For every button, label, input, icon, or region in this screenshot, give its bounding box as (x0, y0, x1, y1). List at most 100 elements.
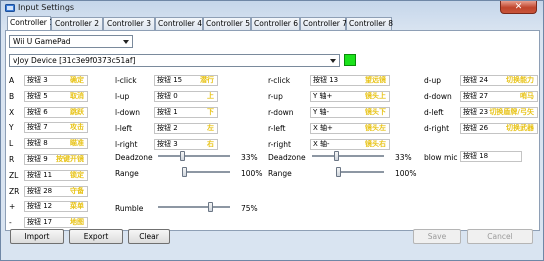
mapping-annotation: 右 (207, 140, 214, 148)
mapping-annotation: 切换盾牌/弓矢 (489, 108, 534, 116)
mapping-annotation: 上 (207, 92, 214, 100)
button-label: A (9, 76, 15, 85)
rstick-mapping-field[interactable]: Y 轴+ 镜头上 (310, 91, 390, 102)
button-mapping-field[interactable]: 按钮 28 守备 (24, 185, 88, 197)
mapping-annotation: 瞄准 (70, 139, 84, 148)
dpad-mapping-field[interactable]: 按钮 23 切换盾牌/弓矢 (460, 107, 538, 118)
button-label: R (9, 155, 15, 164)
lstick-mapping-field[interactable]: 按钮 1 下 (154, 107, 218, 118)
button-mapping-field[interactable]: 按钮 6 跳跃 (24, 106, 88, 118)
left-deadzone-slider[interactable] (158, 151, 230, 161)
slider-thumb[interactable] (334, 151, 340, 161)
button-label: ZL (9, 170, 19, 180)
save-button[interactable]: Save (413, 229, 461, 244)
button-label: + (9, 202, 16, 212)
export-button[interactable]: Export (69, 229, 123, 244)
lstick-mapping-field[interactable]: 按钮 15 潜行 (154, 75, 218, 86)
right-range-slider[interactable] (336, 167, 384, 177)
button-mapping-field[interactable]: 按钮 11 锁定 (24, 169, 88, 181)
mapping-annotation: 地图 (70, 218, 84, 227)
button-mapping-field[interactable]: 按钮 8 瞄准 (24, 138, 88, 150)
button-label: ZR (9, 186, 20, 196)
import-button[interactable]: Import (10, 229, 64, 244)
input-settings-window: Input Settings ✕ Controller 1 Controller … (0, 0, 544, 261)
dpad-mapping-field[interactable]: 按钮 27 哨马 (460, 91, 538, 102)
slider-thumb[interactable] (208, 202, 214, 212)
mapping-value: 按钮 2 (157, 124, 178, 132)
mapping-annotation: 镜头右 (365, 140, 386, 148)
settings-panel: Wii U GamePad vJoy Device [31c3e9f0373c5… (5, 30, 540, 231)
left-range-label: Range (115, 169, 139, 178)
mapping-value: 按钮 0 (157, 92, 178, 100)
rstick-mapping-field[interactable]: Y 轴- 镜头下 (310, 107, 390, 118)
mapping-value: 按钮 15 (157, 76, 183, 84)
chevron-down-icon (330, 59, 336, 63)
window-title: Input Settings (18, 3, 75, 12)
button-mapping-field[interactable]: 按钮 3 确定 (24, 75, 88, 86)
mapping-annotation: 镜头上 (365, 92, 386, 100)
button-mapping-field[interactable]: 按钮 9 按键开镜 (24, 154, 88, 165)
slider-thumb[interactable] (180, 151, 186, 161)
rumble-slider[interactable] (158, 202, 230, 212)
right-range-label: Range (268, 169, 292, 178)
blow-mic-value: 按钮 18 (463, 152, 489, 160)
app-icon (5, 4, 15, 12)
left-deadzone-value: 33% (241, 153, 258, 162)
mapping-value: 按钮 26 (463, 124, 489, 132)
tab-controller-1[interactable]: Controller 1 (7, 16, 54, 31)
lstick-mapping-field[interactable]: 按钮 2 左 (154, 123, 218, 134)
mapping-value: X 轴+ (313, 124, 333, 132)
tab-controller-5[interactable]: Controller 5 (203, 17, 251, 30)
left-range-value: 100% (241, 169, 263, 178)
right-deadzone-slider[interactable] (312, 151, 384, 161)
rstick-mapping-field[interactable]: 按钮 13 望远镜 (310, 75, 390, 86)
slider-track (336, 171, 384, 173)
lstick-label: l-left (115, 124, 132, 133)
dpad-label: d-left (424, 108, 444, 117)
tab-controller-2[interactable]: Controller 2 (51, 17, 103, 30)
cancel-button[interactable]: Cancel (467, 229, 533, 244)
slider-thumb[interactable] (336, 167, 341, 177)
slider-track (182, 171, 230, 173)
mapping-annotation: 跳跃 (70, 107, 84, 116)
rstick-mapping-field[interactable]: X 轴+ 镜头左 (310, 123, 390, 134)
left-range-slider[interactable] (182, 167, 230, 177)
mapping-annotation: 哨马 (520, 92, 534, 100)
mapping-annotation: 按键开镜 (56, 155, 84, 163)
lstick-label: l-up (115, 92, 130, 101)
dpad-mapping-field[interactable]: 按钮 24 切换能力 (460, 75, 538, 86)
rstick-label: r-up (268, 92, 283, 101)
tab-controller-6[interactable]: Controller 6 (251, 17, 300, 30)
blow-mic-field[interactable]: 按钮 18 (460, 151, 522, 162)
clear-button[interactable]: Clear (128, 229, 170, 244)
mapping-value: 按钮 27 (463, 92, 489, 100)
mapping-value: 按钮 3 (27, 76, 48, 84)
rstick-label: r-right (268, 140, 291, 149)
slider-thumb[interactable] (182, 167, 187, 177)
title-bar: Input Settings ✕ (1, 1, 543, 15)
mapping-annotation: 确定 (70, 76, 84, 84)
left-deadzone-label: Deadzone (115, 153, 153, 162)
button-label: X (9, 107, 15, 117)
dpad-mapping-field[interactable]: 按钮 26 切换武器 (460, 123, 538, 134)
tab-controller-3[interactable]: Controller 3 (103, 17, 155, 30)
mapping-annotation: 左 (207, 124, 214, 132)
button-mapping-field[interactable]: 按钮 5 取消 (24, 90, 88, 102)
input-device-select[interactable]: vJoy Device [31c3e9f0373c51af] (9, 54, 340, 67)
emulated-controller-value: Wii U GamePad (13, 37, 71, 46)
tab-controller-4[interactable]: Controller 4 (155, 17, 203, 30)
mapping-value: 按钮 13 (313, 76, 339, 84)
emulated-controller-select[interactable]: Wii U GamePad (9, 35, 133, 48)
lstick-mapping-field[interactable]: 按钮 0 上 (154, 91, 218, 102)
tab-controller-7[interactable]: Controller 7 (300, 17, 347, 30)
lstick-mapping-field[interactable]: 按钮 3 右 (154, 139, 218, 150)
close-button[interactable]: ✕ (500, 1, 537, 14)
right-deadzone-label: Deadzone (268, 153, 306, 162)
right-deadzone-value: 33% (395, 153, 412, 162)
button-mapping-field[interactable]: 按钮 7 攻击 (24, 122, 88, 134)
rstick-mapping-field[interactable]: X 轴- 镜头右 (310, 139, 390, 150)
button-mapping-field[interactable]: 按钮 17 地图 (24, 217, 88, 229)
tab-controller-8[interactable]: Controller 8 (346, 17, 393, 30)
button-mapping-field[interactable]: 按钮 12 菜单 (24, 201, 88, 213)
mapping-annotation: 攻击 (70, 123, 84, 132)
